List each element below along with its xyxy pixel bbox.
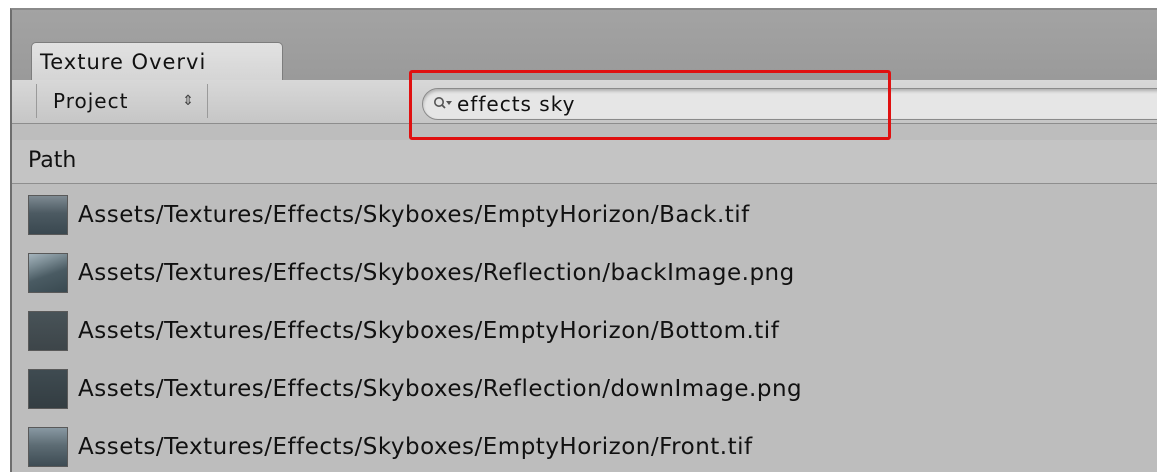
project-dropdown[interactable]: Project ⇕	[36, 84, 208, 118]
list-item-path: Assets/Textures/Effects/Skyboxes/EmptyHo…	[78, 202, 750, 228]
list-item-path: Assets/Textures/Effects/Skyboxes/EmptyHo…	[78, 318, 780, 344]
list-item[interactable]: Assets/Textures/Effects/Skyboxes/EmptyHo…	[12, 418, 1157, 472]
texture-thumbnail	[28, 427, 68, 467]
search-input[interactable]: effects sky	[422, 88, 1157, 120]
list-item[interactable]: Assets/Textures/Effects/Skyboxes/Reflect…	[12, 244, 1157, 302]
list-item-path: Assets/Textures/Effects/Skyboxes/Reflect…	[78, 260, 795, 286]
search-query-text[interactable]: effects sky	[457, 89, 575, 119]
list-item-path: Assets/Textures/Effects/Skyboxes/EmptyHo…	[78, 434, 753, 460]
column-header-path[interactable]: Path	[12, 140, 1157, 184]
texture-list: Assets/Textures/Effects/Skyboxes/EmptyHo…	[12, 186, 1157, 472]
list-item[interactable]: Assets/Textures/Effects/Skyboxes/Reflect…	[12, 360, 1157, 418]
texture-thumbnail	[28, 311, 68, 351]
texture-thumbnail	[28, 195, 68, 235]
list-item-path: Assets/Textures/Effects/Skyboxes/Reflect…	[78, 376, 803, 402]
texture-thumbnail	[28, 369, 68, 409]
texture-thumbnail	[28, 253, 68, 293]
search-icon[interactable]	[433, 96, 453, 112]
updown-arrow-icon: ⇕	[182, 93, 195, 109]
list-item[interactable]: Assets/Textures/Effects/Skyboxes/EmptyHo…	[12, 302, 1157, 360]
project-dropdown-label: Project	[53, 89, 129, 113]
tab-texture-overview[interactable]: Texture Overvi	[31, 42, 283, 82]
texture-overview-window: Texture Overvi Project ⇕ effects sky Pat…	[10, 8, 1157, 472]
list-item[interactable]: Assets/Textures/Effects/Skyboxes/EmptyHo…	[12, 186, 1157, 244]
toolbar: Project ⇕ effects sky	[12, 80, 1157, 124]
